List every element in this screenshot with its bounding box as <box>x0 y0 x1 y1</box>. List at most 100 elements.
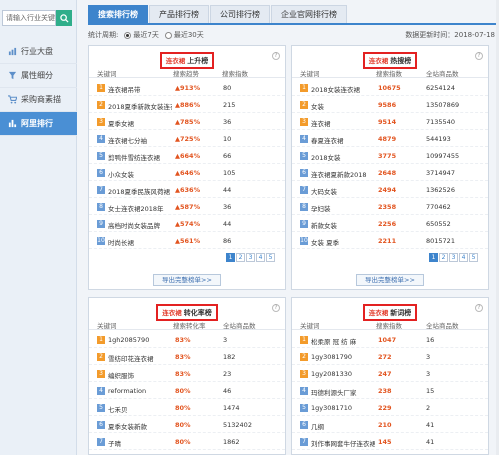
keyword-link[interactable]: 几纲 <box>311 421 324 431</box>
table-row[interactable]: 6 小众女装 ▲646% 105 <box>89 166 285 181</box>
help-icon[interactable]: ? <box>272 304 280 312</box>
table-row[interactable]: 3 夏季女裙 ▲785% 36 <box>89 115 285 130</box>
table-row[interactable]: 1 松柔原 冠 纺 麻 1047 16 <box>292 333 488 348</box>
radio-30-days-label[interactable]: 最近30天 <box>174 30 204 40</box>
update-time: 数据更新时间：2018-07-18 <box>405 31 495 39</box>
keyword-link[interactable]: 子晴 <box>108 438 121 448</box>
page-button[interactable]: 3 <box>246 253 255 262</box>
table-row[interactable]: 5 剪鸭件雪纺连衣裙 ▲664% 66 <box>89 149 285 164</box>
keyword-link[interactable]: 连衣裙 <box>311 118 331 128</box>
table-row[interactable]: 8 孕妇装 2358 770462 <box>292 200 488 215</box>
keyword-link[interactable]: reformation <box>108 387 146 395</box>
metric-value: 9514 <box>378 118 397 126</box>
table-row[interactable]: 7 刘作事网套牛仔连衣裙 145 41 <box>292 435 488 450</box>
keyword-link[interactable]: 玛德利源头厂家 <box>311 387 357 397</box>
tab-company-ranking[interactable]: 公司排行榜 <box>210 5 270 23</box>
keyword-link[interactable]: 2018夏季新款女装连衣裙 <box>108 101 172 111</box>
tab-website-ranking[interactable]: 企业官网排行榜 <box>271 5 347 23</box>
page-button[interactable]: 4 <box>459 253 468 262</box>
keyword-link[interactable]: 孕妇装 <box>311 203 331 213</box>
keyword-link[interactable]: 新款女装 <box>311 220 337 230</box>
table-row[interactable]: 2 女装 9586 13507869 <box>292 98 488 113</box>
keyword-link[interactable]: 女装 <box>311 101 324 111</box>
keyword-link[interactable]: 1gy3081790 <box>311 353 352 361</box>
keyword-link[interactable]: 高档时尚女装品牌 <box>108 220 160 230</box>
keyword-link[interactable]: 编织服饰 <box>108 370 134 380</box>
table-row[interactable]: 5 2018女装 3775 10997455 <box>292 149 488 164</box>
table-row[interactable]: 1 连衣裙吊带 ▲913% 80 <box>89 81 285 96</box>
table-row[interactable]: 2 雪纺印花连衣裙 83% 182 <box>89 350 285 365</box>
page-button[interactable]: 1 <box>429 253 438 262</box>
table-row[interactable]: 5 1gy3081710 229 2 <box>292 401 488 416</box>
help-icon[interactable]: ? <box>475 304 483 312</box>
keyword-link[interactable]: 小众女装 <box>108 169 134 179</box>
table-row[interactable]: 6 几纲 210 41 <box>292 418 488 433</box>
keyword-link[interactable]: 连衣裙夏新款2018 <box>311 169 367 179</box>
table-row[interactable]: 5 七禾贝 80% 1474 <box>89 401 285 416</box>
table-row[interactable]: 2 1gy3081790 272 3 <box>292 350 488 365</box>
keyword-link[interactable]: 1gh2085790 <box>108 336 149 344</box>
table-row[interactable]: 4 玛德利源头厂家 238 15 <box>292 384 488 399</box>
radio-30-days[interactable] <box>164 31 172 39</box>
page-button[interactable]: 1 <box>226 253 235 262</box>
table-row[interactable]: 6 连衣裙夏新款2018 2648 3714947 <box>292 166 488 181</box>
table-row[interactable]: 10 时尚长裙 ▲561% 86 <box>89 234 285 249</box>
keyword-link[interactable]: 女装 夏季 <box>311 237 339 247</box>
table-row[interactable]: 1 1gh2085790 83% 3 <box>89 333 285 348</box>
sidebar-item-attributes[interactable]: 属性细分 <box>0 64 77 88</box>
keyword-link[interactable]: 2018女装连衣裙 <box>311 84 360 94</box>
table-row[interactable]: 3 1gy2081330 247 3 <box>292 367 488 382</box>
keyword-link[interactable]: 夏季女装新款 <box>108 421 147 431</box>
export-button[interactable]: 导出完整榜单>> <box>356 274 424 286</box>
radio-7-days-label[interactable]: 最近7天 <box>133 30 158 40</box>
sidebar-item-industry[interactable]: 行业大盘 <box>0 40 77 64</box>
keyword-link[interactable]: 连衣裙七分袖 <box>108 135 147 145</box>
keyword-link[interactable]: 2018女装 <box>311 152 341 162</box>
table-row[interactable]: 4 春夏连衣裙 4879 544193 <box>292 132 488 147</box>
keyword-link[interactable]: 1gy2081330 <box>311 370 352 378</box>
table-row[interactable]: 3 编织服饰 83% 23 <box>89 367 285 382</box>
table-row[interactable]: 9 新款女装 2256 650552 <box>292 217 488 232</box>
keyword-link[interactable]: 大码女装 <box>311 186 337 196</box>
table-row[interactable]: 7 子晴 80% 1862 <box>89 435 285 450</box>
keyword-link[interactable]: 剪鸭件雪纺连衣裙 <box>108 152 160 162</box>
keyword-link[interactable]: 春夏连衣裙 <box>311 135 344 145</box>
search-input[interactable]: 请输入行业关键词 <box>2 10 56 26</box>
table-row[interactable]: 9 高档时尚女装品牌 ▲574% 44 <box>89 217 285 232</box>
help-icon[interactable]: ? <box>475 52 483 60</box>
sidebar-item-buyers[interactable]: 采购商素描 <box>0 88 77 112</box>
keyword-link[interactable]: 女士连衣裙2018年 <box>108 203 164 213</box>
table-row[interactable]: 6 夏季女装新款 80% 5132402 <box>89 418 285 433</box>
tab-search-ranking[interactable]: 搜索排行榜 <box>88 5 148 23</box>
table-row[interactable]: 4 连衣裙七分袖 ▲725% 10 <box>89 132 285 147</box>
keyword-link[interactable]: 夏季女裙 <box>108 118 134 128</box>
keyword-link[interactable]: 2018夏季民族风荷裙 <box>108 186 170 196</box>
keyword-link[interactable]: 七禾贝 <box>108 404 128 414</box>
page-button[interactable]: 5 <box>469 253 478 262</box>
page-button[interactable]: 4 <box>256 253 265 262</box>
keyword-link[interactable]: 1gy3081710 <box>311 404 352 412</box>
page-button[interactable]: 5 <box>266 253 275 262</box>
radio-7-days[interactable] <box>124 31 132 39</box>
keyword-link[interactable]: 连衣裙吊带 <box>108 84 141 94</box>
page-button[interactable]: 2 <box>236 253 245 262</box>
tab-product-ranking[interactable]: 产品排行榜 <box>149 5 209 23</box>
table-row[interactable]: 8 女士连衣裙2018年 ▲587% 36 <box>89 200 285 215</box>
keyword-link[interactable]: 刘作事网套牛仔连衣裙 <box>311 438 375 448</box>
table-row[interactable]: 3 连衣裙 9514 7135540 <box>292 115 488 130</box>
search-button[interactable] <box>56 10 72 26</box>
keyword-link[interactable]: 雪纺印花连衣裙 <box>108 353 154 363</box>
export-button[interactable]: 导出完整榜单>> <box>153 274 221 286</box>
table-row[interactable]: 7 2018夏季民族风荷裙 ▲636% 44 <box>89 183 285 198</box>
keyword-link[interactable]: 松柔原 冠 纺 麻 <box>311 336 356 346</box>
page-button[interactable]: 3 <box>449 253 458 262</box>
help-icon[interactable]: ? <box>272 52 280 60</box>
table-row[interactable]: 7 大码女装 2494 1362526 <box>292 183 488 198</box>
keyword-link[interactable]: 时尚长裙 <box>108 237 134 247</box>
table-row[interactable]: 10 女装 夏季 2211 8015721 <box>292 234 488 249</box>
page-button[interactable]: 2 <box>439 253 448 262</box>
table-row[interactable]: 1 2018女装连衣裙 10675 6254124 <box>292 81 488 96</box>
table-row[interactable]: 4 reformation 80% 46 <box>89 384 285 399</box>
table-row[interactable]: 22018夏季新款女装连衣裙▲886% 215 <box>89 98 285 113</box>
sidebar-item-ranking[interactable]: 阿里排行 <box>0 112 77 136</box>
